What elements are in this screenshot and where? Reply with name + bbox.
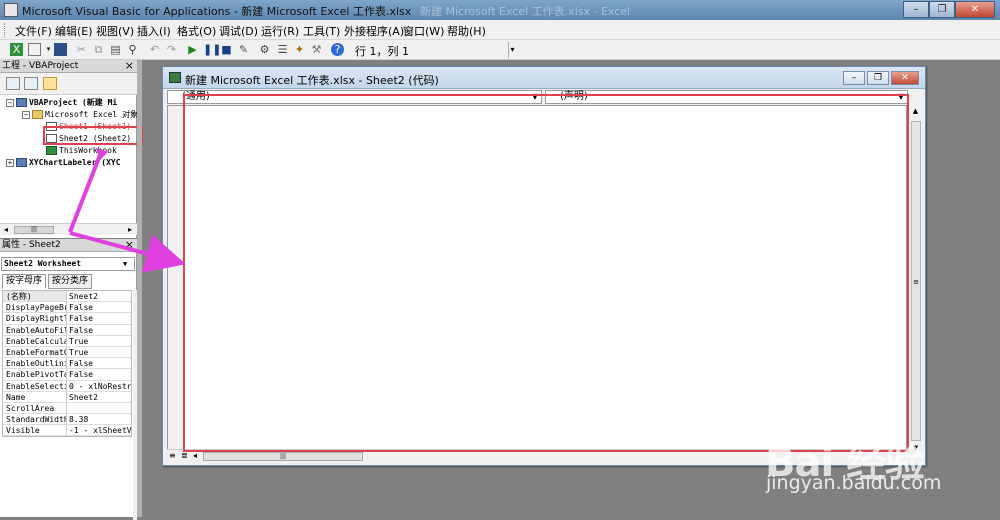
arrow-line	[69, 231, 186, 274]
arrow-line	[68, 149, 104, 233]
baidu-watermark-url: jingyan.baidu.com	[766, 472, 942, 494]
